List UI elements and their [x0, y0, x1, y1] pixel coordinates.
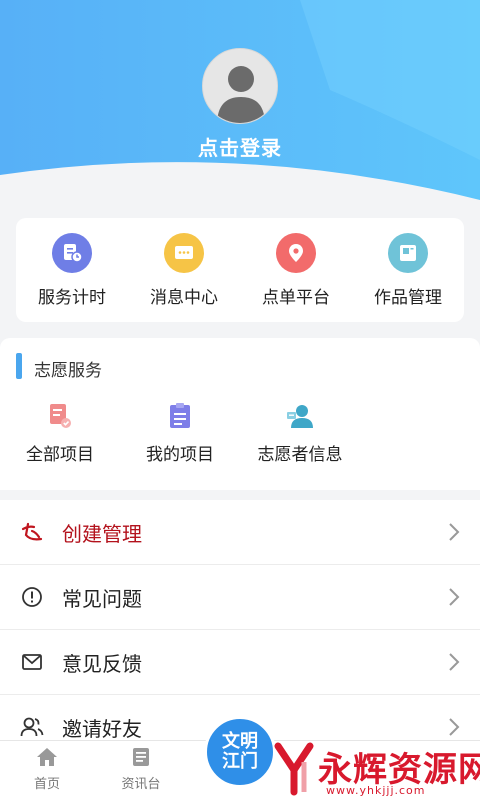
- list-item-create-manage[interactable]: 创建管理: [0, 500, 480, 565]
- tab-home[interactable]: 首页: [7, 747, 87, 792]
- all-projects-icon: [50, 404, 71, 428]
- volunteer-item-volunteer-info[interactable]: 志愿者信息: [250, 402, 350, 465]
- quick-item-message-center[interactable]: 消息中心: [129, 232, 239, 308]
- quick-item-order-platform[interactable]: 点单平台: [241, 232, 351, 308]
- volunteer-item-label: 全部项目: [26, 445, 94, 465]
- watermark: 永辉资源网 www.yhkjjj.com: [272, 738, 480, 800]
- works-icon: [388, 232, 428, 273]
- list-item-feedback[interactable]: 意见反馈: [0, 630, 480, 695]
- section-accent-bar: [16, 353, 22, 379]
- chevron-right-icon: [449, 523, 460, 541]
- my-projects-icon: [170, 403, 190, 428]
- section-title: 志愿服务: [34, 361, 102, 381]
- tab-label: 资讯台: [121, 777, 161, 792]
- volunteer-items: 全部项目 我的项目 志愿者信息: [0, 402, 480, 472]
- volunteer-item-label: 志愿者信息: [257, 445, 343, 465]
- list-item-label: 意见反馈: [62, 651, 142, 676]
- quick-menu-card: 服务计时 消息中心 点单平台 作品管理: [16, 218, 464, 322]
- service-timer-icon: [52, 232, 92, 273]
- quick-item-works-management[interactable]: 作品管理: [353, 232, 463, 308]
- volunteer-section: 志愿服务 全部项目 我的项目 志愿者信息: [0, 338, 480, 490]
- user-avatar-icon: [217, 66, 265, 123]
- location-pin-icon: [276, 232, 316, 273]
- faq-icon: [20, 585, 44, 609]
- volunteer-item-all-projects[interactable]: 全部项目: [20, 402, 100, 465]
- center-tab-label-line1: 文明: [222, 731, 258, 752]
- tab-label: 首页: [33, 777, 60, 792]
- watermark-logo-icon: [274, 742, 314, 796]
- chevron-right-icon: [449, 718, 460, 736]
- chevron-right-icon: [449, 653, 460, 671]
- list-item-label: 常见问题: [62, 586, 142, 611]
- quick-item-label: 作品管理: [374, 287, 442, 308]
- quick-item-label: 服务计时: [38, 287, 106, 308]
- login-link[interactable]: 点击登录: [0, 132, 480, 161]
- feedback-icon: [20, 650, 44, 674]
- message-icon: [164, 232, 204, 273]
- center-tab-button[interactable]: 文明 江门: [204, 716, 276, 788]
- tab-news[interactable]: 资讯台: [101, 747, 181, 792]
- news-icon: [133, 748, 149, 766]
- list-item-label: 邀请好友: [62, 716, 142, 741]
- home-icon: [37, 748, 57, 766]
- volunteer-item-label: 我的项目: [146, 445, 214, 465]
- volunteer-item-my-projects[interactable]: 我的项目: [140, 402, 220, 465]
- quick-item-label: 点单平台: [262, 287, 330, 308]
- invite-friends-icon: [20, 715, 44, 739]
- volunteer-info-icon: [287, 405, 313, 428]
- quick-item-label: 消息中心: [150, 287, 218, 308]
- center-tab-label-line2: 江门: [222, 751, 258, 772]
- profile-header: 点击登录: [0, 0, 480, 215]
- list-item-label: 创建管理: [62, 521, 142, 546]
- list-item-faq[interactable]: 常见问题: [0, 565, 480, 630]
- chevron-right-icon: [449, 588, 460, 606]
- avatar[interactable]: [202, 48, 278, 124]
- watermark-url: www.yhkjjj.com: [326, 784, 426, 797]
- create-manage-icon: [20, 520, 44, 544]
- quick-item-service-timer[interactable]: 服务计时: [17, 232, 127, 308]
